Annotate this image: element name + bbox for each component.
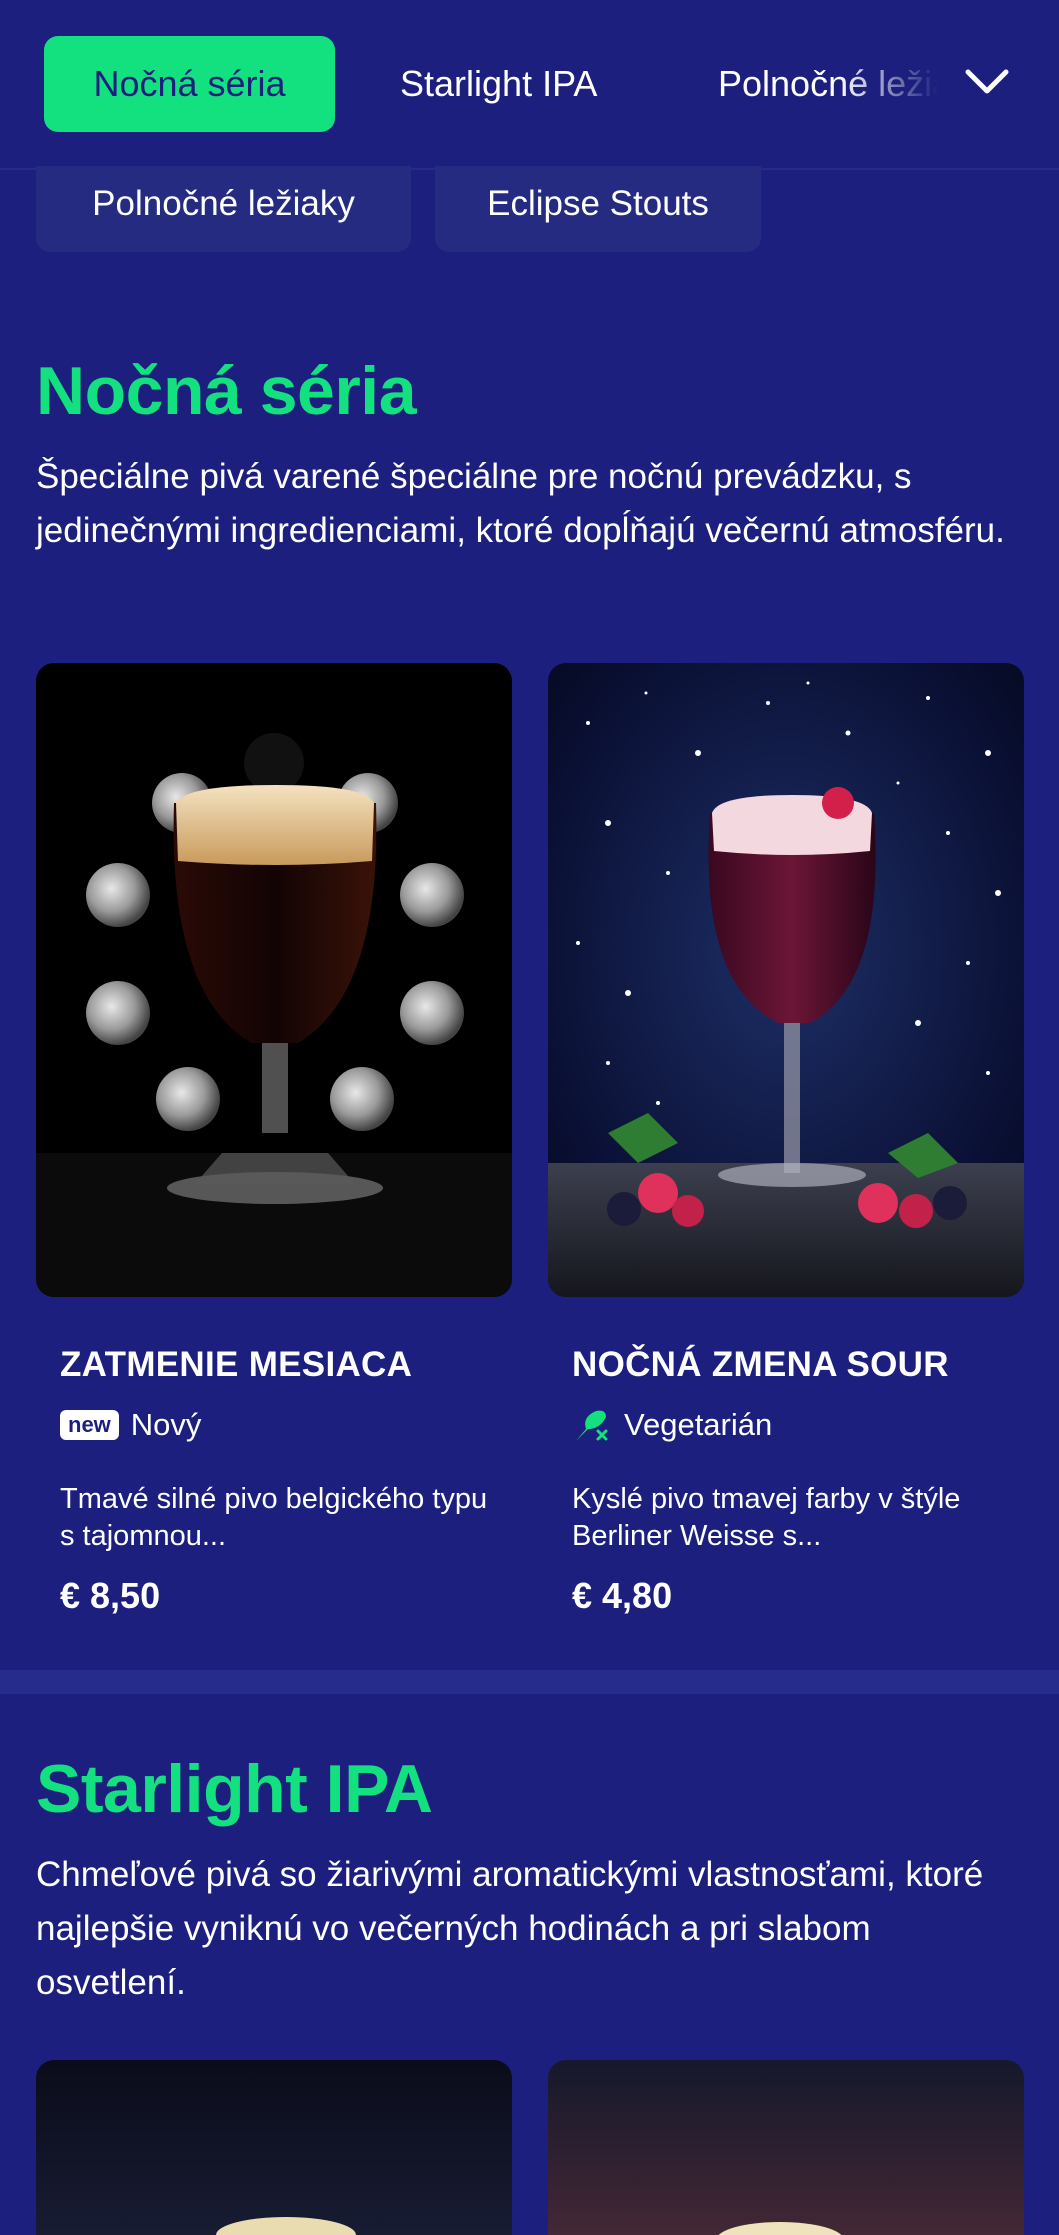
product-card-partial-1[interactable]	[36, 2060, 512, 2235]
section-description: Chmeľové pivá so žiarivými aromatickými …	[36, 1855, 984, 2002]
section-description: Špeciálne pivá varené špeciálne pre nočn…	[36, 457, 1005, 550]
product-description: Kyslé pivo tmavej farby v štýle Berliner…	[572, 1483, 961, 1552]
product-tag: new Nový	[60, 1403, 201, 1447]
product-image-ipa-2	[548, 2060, 1024, 2235]
product-tag-label: Nový	[130, 1407, 202, 1442]
product-name: ZATMENIE MESIACA	[60, 1345, 413, 1384]
product-card-nocna-zmena-sour[interactable]: NOČNÁ ZMENA SOUR Vegetarián Kyslé pivo t…	[548, 663, 1024, 1653]
chip-polnocne-leziaky[interactable]: Polnočné ležiaky	[36, 166, 411, 252]
tab-starlight-ipa[interactable]: Starlight IPA	[400, 36, 597, 132]
product-price: € 4,80	[572, 1575, 673, 1616]
product-card-partial-2[interactable]	[548, 2060, 1024, 2235]
category-tab-bar: Nočná séria Starlight IPA Polnočné ležia…	[0, 0, 1059, 170]
chip-eclipse-stouts[interactable]: Eclipse Stouts	[435, 166, 761, 252]
product-image-ipa-1	[36, 2060, 512, 2235]
product-tag: Vegetarián	[572, 1403, 772, 1447]
product-image-dark-beer-moons	[36, 663, 512, 1297]
product-image-berry-sour-stars	[548, 663, 1024, 1297]
product-card-zatmenie-mesiaca[interactable]: ZATMENIE MESIACA new Nový Tmavé silné pi…	[36, 663, 512, 1653]
section-divider	[0, 1670, 1059, 1694]
new-icon: new	[60, 1410, 119, 1440]
product-tag-label: Vegetarián	[624, 1407, 773, 1442]
tab-nocna-seria[interactable]: Nočná séria	[44, 36, 335, 132]
product-price: € 8,50	[60, 1575, 161, 1616]
section-title-nocna-seria: Nočná séria	[36, 353, 417, 429]
product-name: NOČNÁ ZMENA SOUR	[572, 1345, 949, 1384]
tab-polnocne-leziaky[interactable]: Polnočné ležiaky	[718, 36, 938, 132]
vegetarian-icon	[576, 1410, 608, 1441]
chevron-down-icon[interactable]	[962, 60, 1012, 104]
product-description: Tmavé silné pivo belgického typu s tajom…	[60, 1483, 488, 1552]
section-title-starlight-ipa: Starlight IPA	[36, 1751, 433, 1827]
